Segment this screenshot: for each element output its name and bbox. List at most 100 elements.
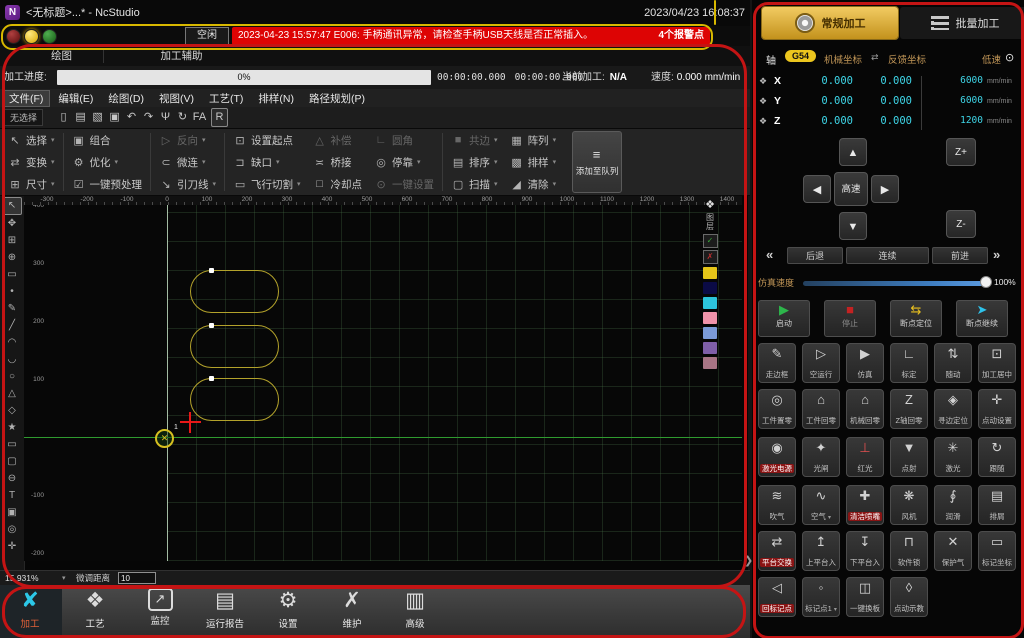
undo-icon[interactable]: ↶: [123, 109, 140, 126]
zoom-tool[interactable]: ⊕: [3, 250, 21, 266]
ribbon-fly-cut[interactable]: ▭飞行切割▾: [227, 173, 307, 195]
ribbon-preprocess[interactable]: ☑一键预处理: [66, 173, 149, 195]
ribbon-microjoint[interactable]: ⊂微连▾: [153, 151, 222, 173]
alarm-count[interactable]: 4个报警点: [658, 27, 704, 45]
dropdown-arrow-icon[interactable]: ▾: [553, 180, 557, 188]
shape-stadium-3[interactable]: [190, 378, 279, 421]
shape-stadium-1[interactable]: [190, 270, 279, 313]
measure-tool[interactable]: ▭: [3, 267, 21, 283]
border-walk-button[interactable]: ✎走边框: [758, 343, 796, 383]
three-point-arc-tool[interactable]: ◡: [3, 352, 21, 368]
sim-speed-knob[interactable]: [980, 276, 992, 288]
software-lock-button[interactable]: ⊓软件锁: [890, 531, 928, 571]
fan-button[interactable]: ❋风机: [890, 485, 928, 525]
axis-jog-icon[interactable]: ❖: [759, 116, 767, 127]
obround-tool[interactable]: ⊖: [3, 471, 21, 487]
hexagon-tool[interactable]: ◇: [3, 403, 21, 419]
bottom-tab-6[interactable]: ✗维护: [320, 588, 384, 630]
layer-visible-toggle[interactable]: ✓: [703, 234, 718, 248]
redo-icon[interactable]: ↷: [140, 109, 157, 126]
draw-area[interactable]: ✕ 1 400300200100-100-200: [24, 205, 742, 561]
doc-tab-1[interactable]: 绘图: [20, 46, 103, 66]
dropdown-arrow-icon[interactable]: ▾: [297, 180, 301, 188]
stop-button[interactable]: ■停止: [824, 300, 876, 337]
layer-color-swatch-6[interactable]: [703, 342, 717, 354]
rectangle-tool[interactable]: ▭: [3, 437, 21, 453]
pan-tool[interactable]: ✥: [3, 216, 21, 232]
sim-speed-slider[interactable]: [803, 281, 986, 286]
step-forward-button[interactable]: 前进: [932, 247, 988, 264]
shape-stadium-2[interactable]: [190, 325, 279, 368]
chip-removal-button[interactable]: ▤排屑: [978, 485, 1016, 525]
ribbon-select[interactable]: ↖选择▾: [2, 129, 61, 151]
layers-icon[interactable]: ❖: [700, 198, 720, 211]
lubricate-button[interactable]: ∮润滑: [934, 485, 972, 525]
one-key-swap-button[interactable]: ◫一键换板: [846, 577, 884, 617]
rounded-rect-tool[interactable]: ▢: [3, 454, 21, 470]
upper-platform-button[interactable]: ↥上平台入: [802, 531, 840, 571]
record-icon[interactable]: R: [211, 108, 228, 127]
layer-color-swatch-4[interactable]: [703, 312, 717, 324]
dropdown-arrow-icon[interactable]: ▾: [213, 180, 217, 188]
menu-item-4[interactable]: 视图(V): [152, 90, 201, 107]
dropdown-arrow-icon[interactable]: ▾: [115, 158, 119, 166]
z-home-button[interactable]: ZZ轴回零: [890, 389, 928, 429]
lower-platform-button[interactable]: ↧下平台入: [846, 531, 884, 571]
menu-item-2[interactable]: 编辑(E): [51, 90, 100, 107]
save-icon[interactable]: ▣: [106, 109, 123, 126]
select-tool[interactable]: ↖: [2, 197, 22, 215]
new-file-icon[interactable]: ▯: [55, 109, 72, 126]
node-edit-tool[interactable]: ✎: [3, 301, 21, 317]
dropdown-arrow-icon[interactable]: ▾: [51, 136, 55, 144]
axis-jog-icon[interactable]: ❖: [759, 96, 767, 107]
jog-z-plus-button[interactable]: Z+: [946, 138, 976, 166]
jog-z-minus-button[interactable]: Z-: [946, 210, 976, 238]
jog-right-button[interactable]: ▶: [871, 175, 899, 203]
jog-cross-tool[interactable]: ✛: [3, 539, 21, 555]
tab-normal-machining[interactable]: 常规加工: [762, 7, 898, 39]
ellipse-tool[interactable]: ○: [3, 369, 21, 385]
swap-coords-icon[interactable]: ⇄: [871, 52, 879, 63]
zoom-dropdown-icon[interactable]: ▾: [62, 571, 66, 586]
dropdown-arrow-icon[interactable]: ▾: [553, 136, 557, 144]
air-button[interactable]: ∿空气 ▾: [802, 485, 840, 525]
layer-color-swatch-3[interactable]: [703, 297, 717, 309]
ribbon-sort[interactable]: ▤排序▾: [445, 151, 504, 173]
breakpoint-resume-button[interactable]: ➤断点继续: [956, 300, 1008, 337]
center-machining-button[interactable]: ⊡加工居中: [978, 343, 1016, 383]
follow-button[interactable]: ⇅随动: [934, 343, 972, 383]
menu-item-1[interactable]: 文件(F): [2, 90, 50, 107]
add-to-queue-button[interactable]: ≡添加至队列: [572, 131, 622, 193]
menu-item-3[interactable]: 绘图(D): [101, 90, 151, 107]
star-tool[interactable]: ★: [3, 420, 21, 436]
bottom-tab-2[interactable]: ❖工艺: [63, 588, 127, 630]
point-tool[interactable]: •: [3, 284, 21, 300]
text-tool[interactable]: T: [3, 488, 21, 504]
tab-batch-machining[interactable]: 批量加工: [900, 7, 1024, 39]
nudge-distance-input[interactable]: [118, 572, 156, 584]
merge-icon[interactable]: Ψ: [157, 109, 174, 126]
laser-power-button[interactable]: ◉激光电源: [758, 437, 796, 477]
speed-settings-gear-icon[interactable]: ⊙: [1005, 51, 1014, 64]
dropdown-arrow-icon[interactable]: ▾: [494, 180, 498, 188]
bottom-tab-4[interactable]: ▤运行报告: [193, 588, 257, 630]
speed-mode-label[interactable]: 低速: [982, 52, 1001, 66]
ribbon-combine[interactable]: ▣组合: [66, 129, 149, 151]
jog-up-button[interactable]: ▲: [839, 138, 867, 166]
dropdown-arrow-icon[interactable]: ▾: [51, 180, 55, 188]
mark-coord-button[interactable]: ▭标记坐标: [978, 531, 1016, 571]
dropdown-arrow-icon[interactable]: ▾: [553, 158, 557, 166]
ribbon-clear[interactable]: ◢清除▾: [504, 173, 563, 195]
fit-view-icon[interactable]: FA: [191, 109, 208, 126]
dropdown-arrow-icon[interactable]: ▾: [494, 136, 498, 144]
menu-item-5[interactable]: 工艺(T): [202, 90, 250, 107]
doc-tab-2[interactable]: 加工辅助: [103, 46, 260, 66]
jog-teach-button[interactable]: ◊点动示教: [890, 577, 928, 617]
step-back-button[interactable]: 后退: [787, 247, 843, 264]
ribbon-bridge[interactable]: ≍桥接: [307, 151, 369, 173]
step-continuous-button[interactable]: 连续: [846, 247, 929, 264]
dropdown-arrow-icon[interactable]: ▾: [834, 607, 837, 613]
follow-height-button[interactable]: ↻跟随: [978, 437, 1016, 477]
dropdown-arrow-icon[interactable]: ▾: [276, 158, 280, 166]
ribbon-scan[interactable]: ▢扫描▾: [445, 173, 504, 195]
